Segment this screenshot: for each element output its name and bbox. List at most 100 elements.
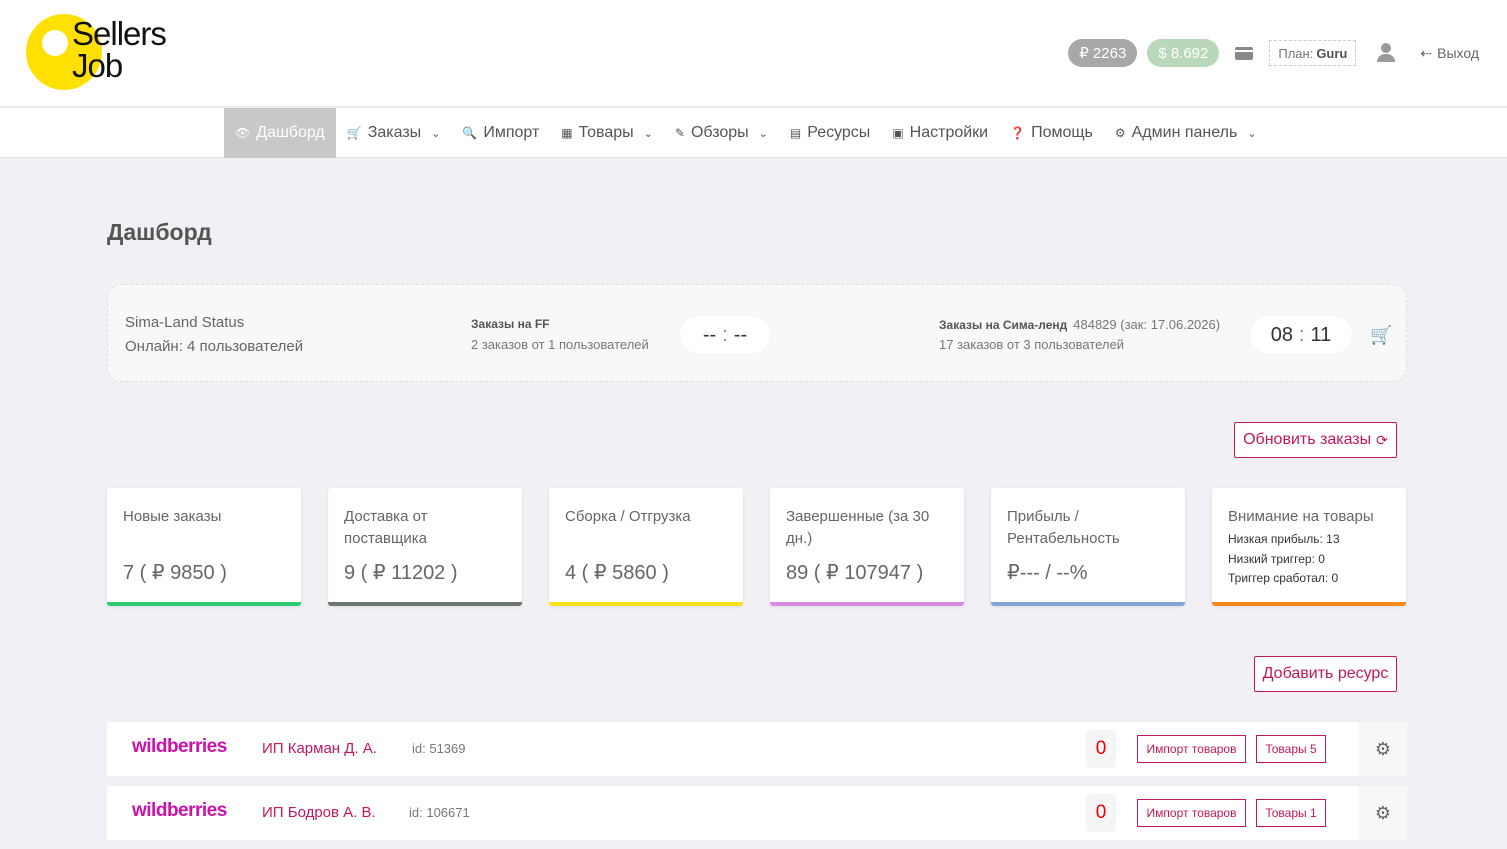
ff-timer-sep: : (722, 323, 728, 346)
nav-item-dashboard[interactable]: 👁 Дашборд (224, 108, 336, 158)
nav-item-goods[interactable]: ▦ Товары ⌄ (550, 108, 664, 158)
stat-accent-bar (770, 602, 964, 606)
stat-label: Прибыль / Рентабельность (1007, 508, 1120, 547)
search-icon: 🔍 (462, 126, 478, 140)
balance-rub-badge[interactable]: ₽ 2263 (1068, 39, 1138, 67)
help-icon: ❓ (1010, 126, 1026, 140)
refresh-orders-button[interactable]: Обновить заказы ⟳ (1234, 422, 1397, 458)
stat-value: 9 ( ₽ 11202 ) (344, 562, 458, 584)
nav-item-orders[interactable]: 🛒 Заказы ⌄ (336, 108, 452, 158)
wildberries-logo: wildberries (132, 800, 227, 821)
sima-land-status-title: Sima-Land Status (125, 314, 245, 331)
stat-label: Сборка / Отгрузка (565, 508, 691, 525)
stat-value: ₽--- / --% (1007, 562, 1088, 584)
user-icon[interactable] (1376, 42, 1398, 64)
stat-card-completed[interactable]: Завершенные (за 30 дн.) 89 ( ₽ 107947 ) (770, 488, 964, 606)
logo-line-2: Job (72, 47, 123, 84)
resource-count-badge: 0 (1086, 794, 1116, 832)
ff-orders-sub: 2 заказов от 1 пользователей (471, 337, 649, 352)
low-profit-count: Низкая прибыль: 13 (1228, 532, 1340, 546)
page-title: Дашборд (107, 219, 212, 245)
ff-timer-hours: -- (702, 323, 717, 346)
gear-icon[interactable]: ⚙ (1359, 786, 1407, 840)
nav-item-reviews[interactable]: ✎ Обзоры ⌄ (664, 108, 779, 158)
nav-label: Настройки (909, 124, 989, 141)
ff-timer-minutes: -- (733, 323, 748, 346)
credit-card-icon[interactable] (1235, 46, 1254, 60)
logout-button[interactable]: ⇠ Выход (1420, 45, 1479, 62)
resource-id: id: 51369 (412, 741, 466, 756)
goods-button[interactable]: Товары 5 (1256, 735, 1326, 763)
cart-icon[interactable]: 🛒 (1370, 325, 1392, 346)
nav-item-import[interactable]: 🔍 Импорт (451, 108, 550, 158)
nav-label: Админ панель (1131, 124, 1238, 141)
sima-timer-hours: 08 (1270, 323, 1293, 346)
low-trigger-count: Низкий триггер: 0 (1228, 551, 1325, 566)
nav-label: Импорт (483, 124, 540, 141)
goods-button[interactable]: Товары 1 (1256, 799, 1326, 827)
balance-usd-badge[interactable]: $ 8.692 (1147, 39, 1220, 67)
nav-label: Дашборд (256, 124, 325, 141)
nav-items: 👁 Дашборд 🛒 Заказы ⌄ 🔍 Импорт ▦ Товары ⌄ ✎ Обзо… (224, 108, 1268, 158)
gear-icon[interactable]: ⚙ (1359, 722, 1407, 776)
stat-card-attention-goods[interactable]: Внимание на товары Низкая прибыль: 13 Ни… (1212, 488, 1406, 606)
settings-icon: ▣ (892, 126, 904, 140)
stat-card-new-orders[interactable]: Новые заказы 7 ( ₽ 9850 ) (107, 488, 301, 606)
stat-card-supplier-delivery[interactable]: Доставка от поставщика 9 ( ₽ 11202 ) (328, 488, 522, 606)
resource-name-link[interactable]: ИП Карман Д. А. (262, 740, 377, 757)
plan-badge[interactable]: План: Guru (1269, 40, 1357, 66)
plan-label: План: (1278, 45, 1314, 61)
refresh-icon: ⟳ (1376, 431, 1388, 448)
nav-item-settings[interactable]: ▣ Настройки (881, 108, 999, 158)
resource-name-link[interactable]: ИП Бодров А. В. (262, 804, 376, 821)
cart-icon: 🛒 (346, 126, 362, 140)
add-resource-button[interactable]: Добавить ресурс (1254, 656, 1397, 692)
resource-id: id: 106671 (409, 805, 470, 820)
chevron-down-icon: ⌄ (643, 127, 653, 140)
import-goods-button[interactable]: Импорт товаров (1137, 735, 1246, 763)
stat-card-profit[interactable]: Прибыль / Рентабельность ₽--- / --% (991, 488, 1185, 606)
sima-timer-sep: : (1298, 323, 1305, 346)
nav-item-resources[interactable]: ▤ Ресурсы (779, 108, 881, 158)
nav-label: Обзоры (690, 124, 749, 141)
logo-dot (42, 30, 68, 56)
wildberries-logo: wildberries (132, 736, 227, 757)
logout-icon: ⇠ (1420, 44, 1433, 61)
sima-orders-sub: 17 заказов от 3 пользователей (939, 337, 1125, 352)
stat-label: Новые заказы (123, 508, 222, 525)
stat-value: 4 ( ₽ 5860 ) (565, 562, 669, 584)
resource-row: wildberries ИП Бодров А. В. id: 106671 0… (107, 786, 1407, 840)
nav-item-admin[interactable]: ⚙ Админ панель ⌄ (1104, 108, 1268, 158)
chevron-down-icon: ⌄ (1247, 127, 1257, 140)
logout-label: Выход (1437, 45, 1479, 61)
stat-accent-bar (1212, 602, 1406, 606)
stat-label: Доставка от поставщика (344, 508, 428, 547)
stat-label: Завершенные (за 30 дн.) (786, 508, 930, 547)
refresh-orders-label: Обновить заказы (1243, 431, 1372, 448)
trigger-fired-count: Триггер сработал: 0 (1228, 571, 1339, 585)
attention-list: Низкая прибыль: 13 Низкий триггер: 0 Три… (1228, 530, 1340, 589)
online-users-text: Онлайн: 4 пользователей (125, 338, 304, 355)
sima-timer-minutes: 11 (1310, 323, 1332, 346)
ff-timer: --: -- (680, 316, 770, 354)
stat-accent-bar (107, 602, 301, 606)
main-nav: 👁 Дашборд 🛒 Заказы ⌄ 🔍 Импорт ▦ Товары ⌄ ✎ Обзо… (0, 108, 1507, 158)
list-icon: ▤ (789, 126, 802, 140)
eye-icon: 👁 (235, 126, 251, 140)
logo-text: Sellers Job (72, 17, 167, 84)
admin-icon: ⚙ (1114, 126, 1126, 140)
sima-orders-title: Заказы на Сима-ленд (939, 318, 1068, 332)
stat-accent-bar (549, 602, 743, 606)
sellers-job-logo[interactable]: Sellers Job (26, 14, 196, 94)
stat-label: Внимание на товары (1228, 508, 1374, 525)
stat-card-assembly[interactable]: Сборка / Отгрузка 4 ( ₽ 5860 ) (549, 488, 743, 606)
chevron-down-icon: ⌄ (758, 127, 768, 140)
import-goods-button[interactable]: Импорт товаров (1137, 799, 1246, 827)
resource-count-badge: 0 (1086, 730, 1116, 768)
stat-accent-bar (328, 602, 522, 606)
header-actions: ₽ 2263 $ 8.692 План: Guru ⇠ Выход (1068, 39, 1479, 67)
stat-accent-bar (991, 602, 1185, 606)
nav-label: Товары (578, 124, 634, 141)
nav-item-help[interactable]: ❓ Помощь (999, 108, 1104, 158)
plan-value: Guru (1316, 45, 1348, 61)
